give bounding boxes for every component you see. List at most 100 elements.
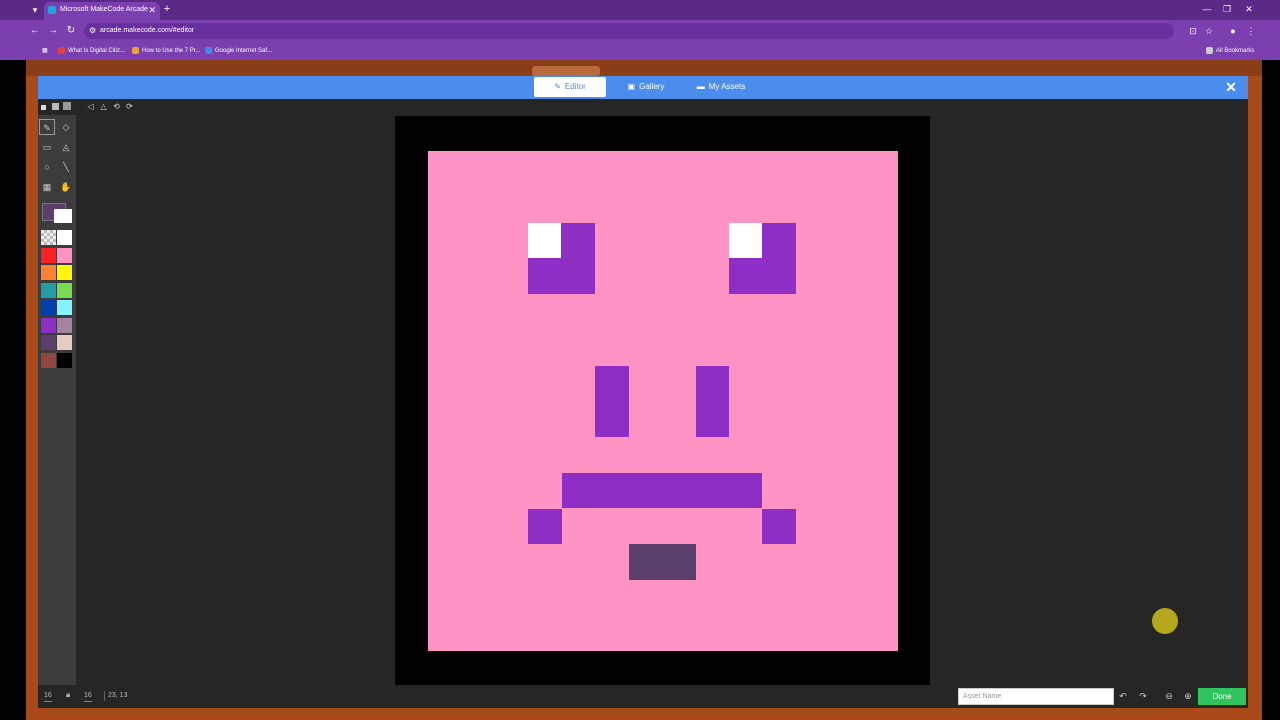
- undo-icon[interactable]: ↶: [1116, 689, 1130, 703]
- tab-search-icon[interactable]: ▾: [28, 3, 42, 17]
- forward-icon[interactable]: →: [46, 24, 60, 38]
- fill-tool-icon[interactable]: ◬: [58, 139, 74, 155]
- palette-swatch[interactable]: [41, 265, 56, 280]
- editor-subtoolbar: ◁ △ ⟲ ⟳: [38, 99, 1248, 115]
- sprite-canvas[interactable]: [428, 151, 898, 651]
- line-tool-icon[interactable]: ╲: [58, 159, 74, 175]
- bookmark-label: What Is Digital Citiz...: [68, 48, 126, 54]
- mouth-left-corner: [528, 509, 562, 544]
- pencil-tool-icon[interactable]: ✎: [39, 119, 55, 135]
- pencil-icon: ✎: [554, 82, 561, 91]
- palette-swatch[interactable]: [41, 247, 56, 263]
- canvas-height-field[interactable]: 16: [84, 691, 92, 702]
- folder-icon: [1206, 47, 1213, 54]
- palette-swatch[interactable]: [41, 282, 56, 298]
- back-icon[interactable]: ←: [28, 24, 42, 38]
- canvas-area[interactable]: [395, 116, 930, 686]
- folder-icon: ▬: [696, 82, 705, 91]
- palette-swatch[interactable]: [57, 300, 72, 315]
- rotate-right-icon[interactable]: ⟳: [124, 101, 135, 112]
- apps-icon[interactable]: ▦: [32, 45, 48, 57]
- palette-swatch[interactable]: [57, 230, 72, 245]
- bookmark-item-1[interactable]: What Is Digital Citiz...: [58, 45, 125, 57]
- tab-editor-label: Editor: [564, 82, 586, 91]
- palette-swatch[interactable]: [41, 352, 56, 368]
- left-eye-highlight: [528, 223, 561, 258]
- all-bookmarks-label: All Bookmarks: [1216, 48, 1255, 54]
- tab-my-assets[interactable]: ▬ My Assets: [688, 77, 754, 97]
- flip-vertical-icon[interactable]: △: [98, 101, 109, 112]
- bookmark-label: How to Use the 7 Pr...: [142, 48, 201, 54]
- browser-tabstrip: ▾ Microsoft MakeCode Arcade ✕ + — ❐ ✕: [0, 0, 1280, 20]
- right-nostril: [696, 366, 729, 437]
- brush-size-medium[interactable]: [52, 103, 59, 110]
- palette-swatch[interactable]: [57, 265, 72, 280]
- page-header-ghost: [532, 66, 600, 76]
- all-bookmarks[interactable]: All Bookmarks: [1206, 45, 1254, 57]
- brush-size-large[interactable]: [63, 102, 71, 110]
- tongue: [629, 544, 696, 580]
- palette-swatch[interactable]: [57, 282, 72, 298]
- zoom-in-icon[interactable]: ⊕: [1181, 689, 1195, 703]
- new-tab-icon[interactable]: +: [160, 2, 174, 16]
- install-app-icon[interactable]: ⊡: [1186, 24, 1200, 38]
- bookmark-item-3[interactable]: Google Internet Saf...: [205, 45, 272, 57]
- cursor-position: 23, 13: [104, 691, 127, 701]
- close-editor-button[interactable]: ✕: [1222, 78, 1240, 96]
- mouse-cursor-highlight: [1152, 608, 1178, 634]
- palette-swatch[interactable]: [41, 317, 56, 333]
- reload-icon[interactable]: ↻: [64, 24, 78, 38]
- mouth-right-corner: [762, 509, 796, 544]
- canvas-width-field[interactable]: 16: [44, 691, 52, 702]
- tab-close-icon[interactable]: ✕: [148, 2, 156, 18]
- window-close-icon[interactable]: ✕: [1240, 2, 1258, 16]
- mouth-top: [562, 473, 762, 508]
- brush-size-small[interactable]: [41, 105, 46, 110]
- bookmark-label: Google Internet Saf...: [215, 48, 273, 54]
- tab-editor[interactable]: ✎ Editor: [534, 77, 606, 97]
- palette-swatch[interactable]: [57, 247, 72, 263]
- profile-avatar-icon[interactable]: ●: [1226, 24, 1240, 38]
- rotate-left-icon[interactable]: ⟲: [111, 101, 122, 112]
- tool-panel: ✎ ◇ ▭ ◬ ○ ╲ ▦ ✋: [38, 115, 76, 685]
- tab-gallery-label: Gallery: [639, 82, 665, 91]
- makecode-favicon-icon: [48, 6, 56, 14]
- flip-horizontal-icon[interactable]: ◁: [85, 101, 96, 112]
- asset-name-input[interactable]: [958, 688, 1114, 705]
- browser-tab[interactable]: Microsoft MakeCode Arcade ✕: [44, 2, 160, 20]
- minimize-icon[interactable]: —: [1198, 2, 1216, 16]
- marquee-tool-icon[interactable]: ▦: [39, 179, 55, 195]
- eraser-tool-icon[interactable]: ◇: [58, 119, 74, 135]
- url-text: arcade.makecode.com/#editor: [100, 27, 195, 34]
- more-menu-icon[interactable]: ⋮: [1244, 24, 1258, 38]
- image-editor-modal: ✎ Editor ▣ Gallery ▬ My Assets ✕ ◁ △ ⟲ ⟳ ✎ …: [38, 76, 1248, 708]
- palette-swatch[interactable]: [57, 335, 72, 350]
- restore-icon[interactable]: ❐: [1218, 2, 1236, 16]
- address-bar[interactable]: ⚙ arcade.makecode.com/#editor: [84, 23, 1174, 39]
- bookmark-item-2[interactable]: How to Use the 7 Pr...: [132, 45, 200, 57]
- zoom-out-icon[interactable]: ⊖: [1162, 689, 1176, 703]
- site-info-icon[interactable]: ⚙: [89, 23, 96, 39]
- editor-bottombar: 16 🔒︎ 16 23, 13 ↶ ↷ ⊖ ⊕ Done: [38, 685, 1248, 708]
- palette-swatch[interactable]: [41, 335, 56, 350]
- left-nostril: [595, 366, 629, 437]
- circle-tool-icon[interactable]: ○: [39, 159, 55, 175]
- browser-toolbar: ← → ↻ ⚙ arcade.makecode.com/#editor ⊡ ☆ …: [0, 20, 1280, 42]
- palette-swatch[interactable]: [41, 300, 56, 315]
- palette-swatch[interactable]: [57, 352, 72, 368]
- bookmark-star-icon[interactable]: ☆: [1202, 24, 1216, 38]
- rectangle-tool-icon[interactable]: ▭: [39, 139, 55, 155]
- palette-swatch[interactable]: [41, 230, 56, 245]
- page-header-strip: [26, 60, 1262, 76]
- secondary-color-indicator[interactable]: [54, 209, 72, 223]
- tab-gallery[interactable]: ▣ Gallery: [614, 77, 678, 97]
- palette-swatch[interactable]: [57, 317, 72, 333]
- bookmark-favicon-icon: [132, 47, 139, 54]
- image-icon: ▣: [627, 82, 636, 91]
- pan-tool-icon[interactable]: ✋: [58, 179, 74, 195]
- right-eye-highlight: [729, 223, 762, 258]
- lock-aspect-icon[interactable]: 🔒︎: [66, 690, 70, 700]
- tab-my-assets-label: My Assets: [708, 82, 746, 91]
- done-button[interactable]: Done: [1198, 688, 1246, 705]
- redo-icon[interactable]: ↷: [1136, 689, 1150, 703]
